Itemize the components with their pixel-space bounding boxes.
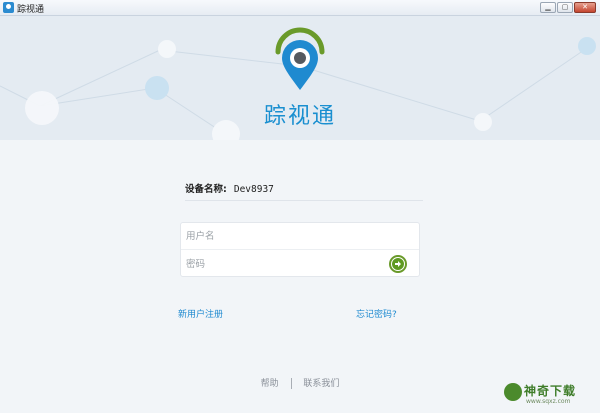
watermark-logo-icon [504,383,522,401]
maximize-icon: ▢ [561,3,569,11]
location-pin-logo [275,27,325,90]
footer-divider [290,378,292,389]
decor-node [145,76,169,100]
register-link[interactable]: 新用户注册 [178,307,223,320]
decor-node [578,37,596,55]
login-form [180,222,420,278]
device-name-row: 设备名称: Dev8937 [185,181,423,201]
forgot-password-link[interactable]: 忘记密码? [356,307,397,320]
minimize-button[interactable]: ▁ [540,2,556,13]
username-input[interactable] [181,223,419,250]
watermark-text: 神奇下载 [524,384,577,398]
window-title: 踪视通 [17,5,45,15]
decor-node [158,40,176,58]
password-input[interactable] [181,251,419,278]
device-name-value: Dev8937 [233,184,274,195]
maximize-button[interactable]: ▢ [557,2,573,13]
header-banner: 踪视通 [0,16,600,140]
login-submit-button[interactable] [389,255,407,273]
watermark-url: www.sqxz.com [526,398,571,405]
window-controls: ▁ ▢ ✕ [540,2,596,13]
device-name-label: 设备名称: [185,184,227,195]
help-link[interactable]: 帮助 [261,379,279,389]
close-button[interactable]: ✕ [574,2,596,13]
minimize-icon: ▁ [545,3,551,11]
contact-link[interactable]: 联系我们 [303,379,339,389]
app-icon [3,2,14,13]
window-titlebar: 踪视通 ▁ ▢ ✕ [0,0,600,16]
site-watermark: 神奇下载 www.sqxz.com [502,380,596,410]
arrow-right-icon [392,258,404,270]
close-icon: ✕ [582,3,588,11]
brand-name: 踪视通 [263,104,336,129]
